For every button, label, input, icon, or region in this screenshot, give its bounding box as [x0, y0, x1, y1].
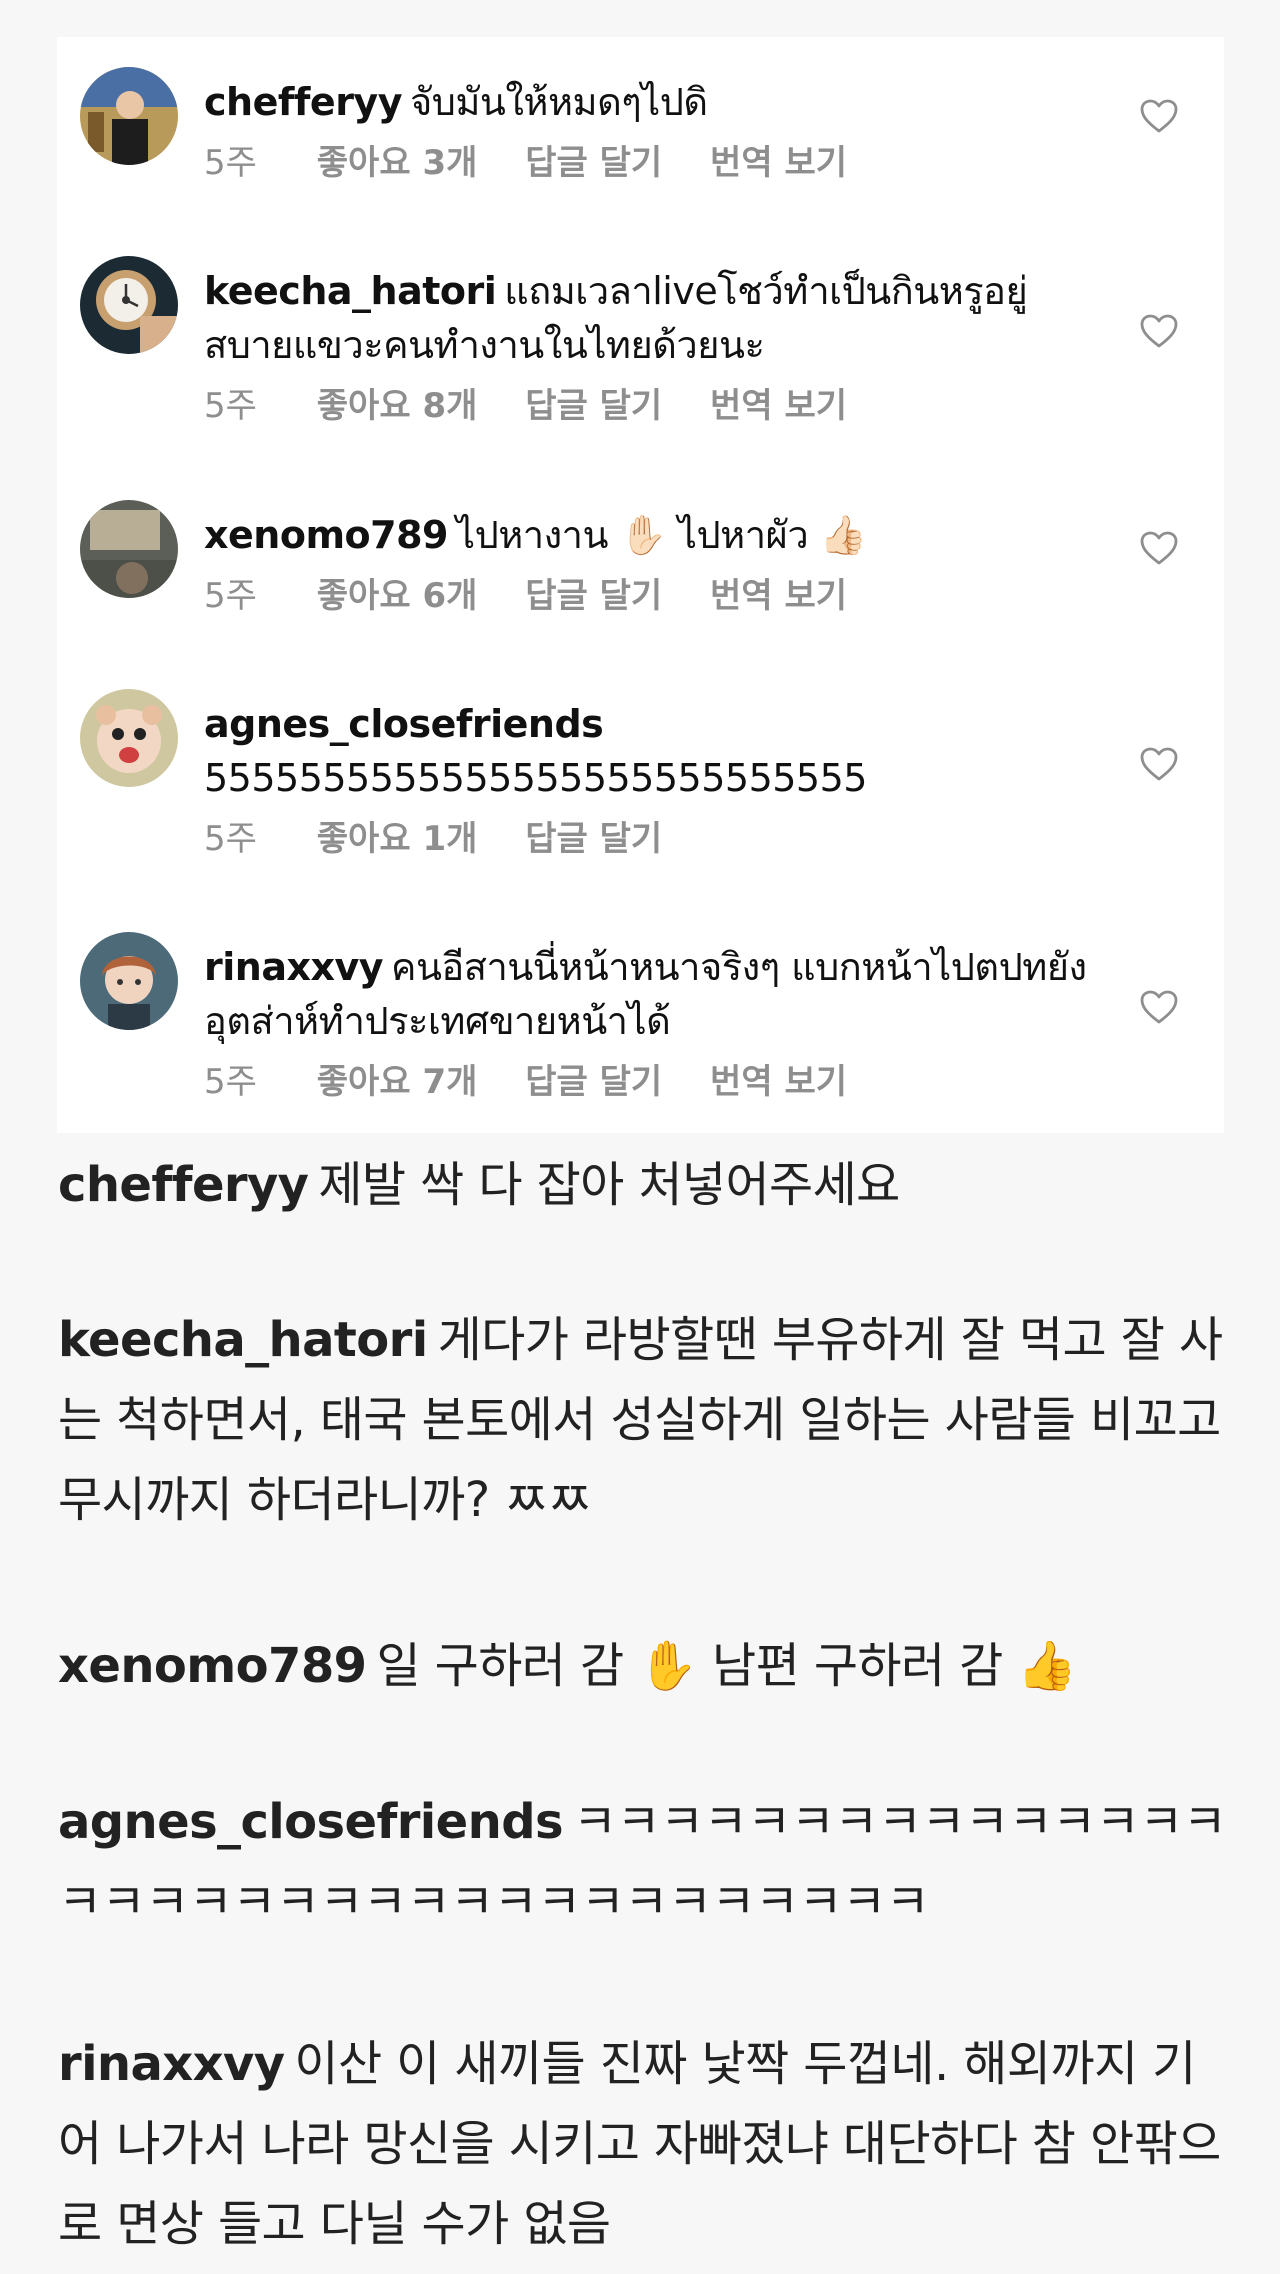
- translation-username: keecha_hatori: [58, 1312, 428, 1368]
- comment-age: 5주: [204, 819, 257, 859]
- comments-panel: chefferyy จับมันให้หมดๆไปดิ 5주 좋아요 3개 답글 …: [57, 37, 1224, 1133]
- translation-username: xenomo789: [58, 1638, 367, 1694]
- avatar[interactable]: [80, 500, 178, 598]
- translation-username: chefferyy: [58, 1157, 309, 1213]
- translation-text: 제발 싹 다 잡아 처넣어주세요: [318, 1157, 900, 1213]
- translation-item: keecha_hatori 게다가 라방할땐 부유하게 잘 먹고 잘 사는 척하면…: [58, 1300, 1228, 1540]
- comment-age: 5주: [204, 143, 257, 183]
- reply-button[interactable]: 답글 달기: [525, 143, 662, 183]
- comment-username[interactable]: keecha_hatori: [204, 269, 497, 313]
- comment-age: 5주: [204, 1062, 257, 1102]
- reply-button[interactable]: 답글 달기: [525, 819, 662, 859]
- comment-username[interactable]: chefferyy: [204, 80, 402, 124]
- like-heart-icon[interactable]: [1139, 989, 1179, 1025]
- translation-username: rinaxxvy: [58, 2036, 285, 2092]
- like-heart-icon[interactable]: [1139, 746, 1179, 782]
- likes-count[interactable]: 좋아요 8개: [317, 386, 478, 426]
- reply-button[interactable]: 답글 달기: [525, 576, 662, 616]
- likes-count[interactable]: 좋아요 3개: [317, 143, 478, 183]
- reply-button[interactable]: 답글 달기: [525, 386, 662, 426]
- translation-username: agnes_closefriends: [58, 1794, 564, 1850]
- see-translation-button[interactable]: 번역 보기: [710, 143, 847, 183]
- avatar[interactable]: [80, 932, 178, 1030]
- likes-count[interactable]: 좋아요 1개: [317, 819, 478, 859]
- comment-text: จับมันให้หมดๆไปดิ: [409, 80, 708, 124]
- translation-item: agnes_closefriends ㅋㅋㅋㅋㅋㅋㅋㅋㅋㅋㅋㅋㅋㅋㅋㅋㅋㅋㅋㅋㅋㅋ…: [58, 1782, 1228, 1942]
- avatar[interactable]: [80, 67, 178, 165]
- like-heart-icon[interactable]: [1139, 98, 1179, 134]
- translation-item: chefferyy 제발 싹 다 잡아 처넣어주세요: [58, 1145, 1228, 1225]
- translation-item: rinaxxvy 이산 이 새끼들 진짜 낯짝 두껍네. 해외까지 기어 나가서 …: [58, 2024, 1228, 2264]
- see-translation-button[interactable]: 번역 보기: [710, 576, 847, 616]
- see-translation-button[interactable]: 번역 보기: [710, 386, 847, 426]
- comment-age: 5주: [204, 576, 257, 616]
- like-heart-icon[interactable]: [1139, 530, 1179, 566]
- comment-age: 5주: [204, 386, 257, 426]
- comment-text: ไปหางาน ✋🏻 ไปหาผัว 👍🏻: [455, 513, 867, 557]
- avatar[interactable]: [80, 689, 178, 787]
- likes-count[interactable]: 좋아요 7개: [317, 1062, 478, 1102]
- comment-username[interactable]: xenomo789: [204, 513, 448, 557]
- see-translation-button[interactable]: 번역 보기: [710, 1062, 847, 1102]
- comment-username[interactable]: agnes_closefriends: [204, 702, 604, 746]
- comment-username[interactable]: rinaxxvy: [204, 945, 384, 989]
- avatar[interactable]: [80, 256, 178, 354]
- likes-count[interactable]: 좋아요 6개: [317, 576, 478, 616]
- reply-button[interactable]: 답글 달기: [525, 1062, 662, 1102]
- translation-item: xenomo789 일 구하러 감 ✋ 남편 구하러 감 👍: [58, 1626, 1228, 1706]
- like-heart-icon[interactable]: [1139, 313, 1179, 349]
- translation-text: 일 구하러 감 ✋ 남편 구하러 감 👍: [376, 1638, 1077, 1694]
- comment-text: 5555555555555555555555555555: [204, 756, 867, 800]
